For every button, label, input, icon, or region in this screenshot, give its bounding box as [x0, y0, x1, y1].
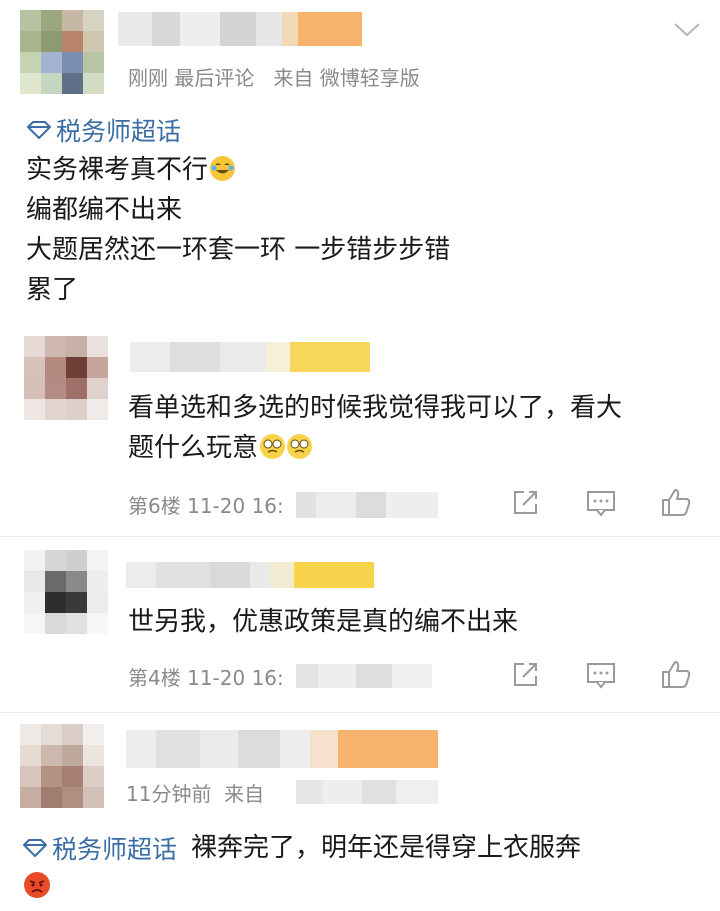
reply-time: 11-20 16: [187, 494, 284, 518]
source-prefix: 来自 [273, 66, 314, 90]
avatar[interactable] [20, 724, 104, 808]
comment-line: 实务裸考真不行 [26, 150, 450, 190]
topic-tag[interactable]: 税务师超话 [22, 830, 177, 866]
topic-tag-label: 税务师超话 [56, 117, 182, 146]
comment-time: 刚刚 [128, 66, 168, 90]
comment-meta: 刚刚 最后评论 来自 微博轻享版 [128, 62, 420, 91]
username-blurred[interactable] [118, 12, 362, 46]
diamond-icon [23, 839, 47, 857]
last-comment-label: 最后评论 [174, 66, 255, 90]
floor-label: 第4楼 [128, 666, 181, 690]
like-icon[interactable] [660, 658, 692, 690]
comment-meta: 11分钟前 来自 [126, 778, 264, 807]
username-blurred[interactable] [130, 342, 370, 372]
avatar[interactable] [20, 10, 104, 94]
avatar[interactable] [24, 336, 108, 420]
comment-icon[interactable] [586, 488, 616, 518]
divider [0, 536, 720, 537]
reply-text: 看单选和多选的时候我觉得我可以了，看大 题什么玩意 [128, 393, 623, 463]
comment-body: 税务师超话 裸奔完了，明年还是得穿上衣服奔 [22, 828, 581, 868]
blurred-text [296, 664, 432, 688]
topic-tag-label: 税务师超话 [52, 835, 178, 864]
like-icon[interactable] [660, 486, 692, 518]
username-blurred[interactable] [126, 730, 438, 768]
angry-emoji-icon [24, 872, 50, 898]
smirk-emoji-icon [260, 434, 286, 459]
topic-tag[interactable]: 税务师超话 [26, 112, 181, 148]
diamond-icon [27, 121, 51, 139]
laugh-cry-emoji-icon [210, 156, 236, 181]
source-label[interactable]: 微博轻享版 [320, 66, 420, 90]
avatar[interactable] [24, 550, 108, 634]
comment-line: 大题居然还一环套一环 一步错步步错 [26, 235, 451, 265]
comment-text: 裸奔完了，明年还是得穿上衣服奔 [191, 833, 582, 863]
source-prefix: 来自 [224, 782, 265, 806]
share-icon[interactable] [510, 660, 540, 690]
reply-text: 世另我，优惠政策是真的编不出来 [128, 607, 519, 637]
smirk-emoji-icon [287, 434, 313, 459]
reply-time: 11-20 16: [187, 666, 284, 690]
username-blurred[interactable] [126, 562, 374, 588]
reply-meta: 第4楼 11-20 16: [128, 662, 284, 691]
comment-time: 11分钟前 [126, 782, 212, 806]
comment-body: 实务裸考真不行 编都编不出来 大题居然还一环套一环 一步错步步错 累了 [26, 150, 450, 310]
floor-label: 第6楼 [128, 494, 181, 518]
share-icon[interactable] [510, 488, 540, 518]
comment-line: 累了 [26, 275, 79, 305]
blurred-text [296, 492, 438, 518]
comment-line: 编都编不出来 [26, 195, 183, 225]
chevron-down-icon[interactable] [672, 20, 702, 40]
divider [0, 712, 720, 713]
blurred-text [296, 780, 438, 804]
reply-meta: 第6楼 11-20 16: [128, 490, 284, 519]
comment-icon[interactable] [586, 660, 616, 690]
